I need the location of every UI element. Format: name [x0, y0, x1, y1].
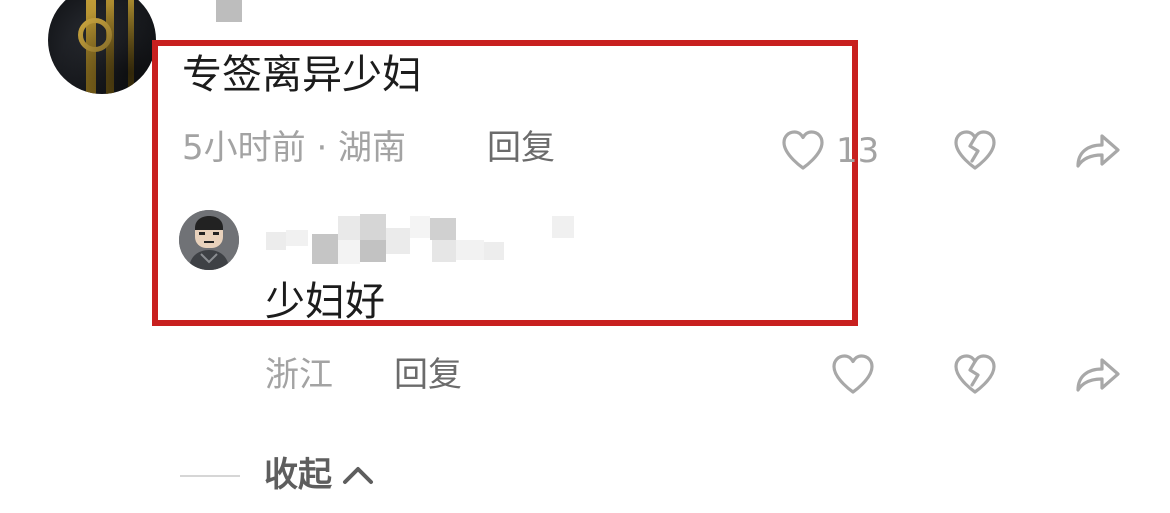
reply-location: 浙江 — [265, 355, 333, 395]
mosaic-block — [266, 232, 286, 250]
mosaic-block — [430, 218, 456, 240]
cartoon-avatar-icon — [179, 210, 239, 270]
mosaic-block — [286, 230, 308, 246]
chevron-up-icon — [343, 467, 374, 484]
mosaic-block — [338, 216, 360, 240]
commenter-avatar[interactable] — [48, 0, 156, 94]
reply-button[interactable]: 回复 — [487, 125, 555, 171]
mosaic-block — [360, 214, 386, 240]
reply-username-mosaic — [262, 212, 582, 272]
comment-meta: 5小时前 · 湖南 — [182, 128, 407, 168]
like-button[interactable] — [780, 128, 826, 172]
share-button[interactable] — [1074, 130, 1122, 170]
dislike-button[interactable] — [952, 352, 998, 396]
replier-avatar[interactable] — [179, 210, 239, 270]
comment-text: 专签离异少妇 — [182, 52, 422, 98]
reply-text: 少妇好 — [265, 279, 385, 325]
mosaic-block — [552, 216, 574, 238]
share-button[interactable] — [1074, 354, 1122, 394]
reply-button[interactable]: 回复 — [394, 352, 462, 398]
collapse-divider — [180, 475, 240, 477]
like-button[interactable] — [830, 352, 876, 396]
collapse-label: 收起 — [264, 455, 332, 495]
broken-heart-icon — [954, 354, 996, 394]
heart-icon — [832, 354, 874, 394]
mosaic-block — [338, 240, 360, 264]
avatar-shade — [48, 0, 156, 94]
collapse-replies-button[interactable]: 收起 — [264, 452, 375, 498]
mosaic-block — [386, 228, 410, 254]
share-arrow-icon — [1076, 358, 1120, 392]
mosaic-block — [410, 216, 430, 238]
like-count: 13 — [836, 131, 880, 171]
mosaic-block — [432, 240, 456, 262]
mosaic-block — [456, 240, 484, 260]
dislike-button[interactable] — [952, 128, 998, 172]
username-mosaic — [216, 0, 242, 22]
heart-icon — [782, 130, 824, 170]
share-arrow-icon — [1076, 134, 1120, 168]
mosaic-block — [312, 234, 338, 264]
mosaic-block — [484, 242, 504, 260]
broken-heart-icon — [954, 130, 996, 170]
mosaic-block — [360, 240, 386, 262]
comment-thread: 专签离异少妇 5小时前 · 湖南 回复 13 少妇好 浙江 回复 收起 — [0, 0, 1170, 513]
